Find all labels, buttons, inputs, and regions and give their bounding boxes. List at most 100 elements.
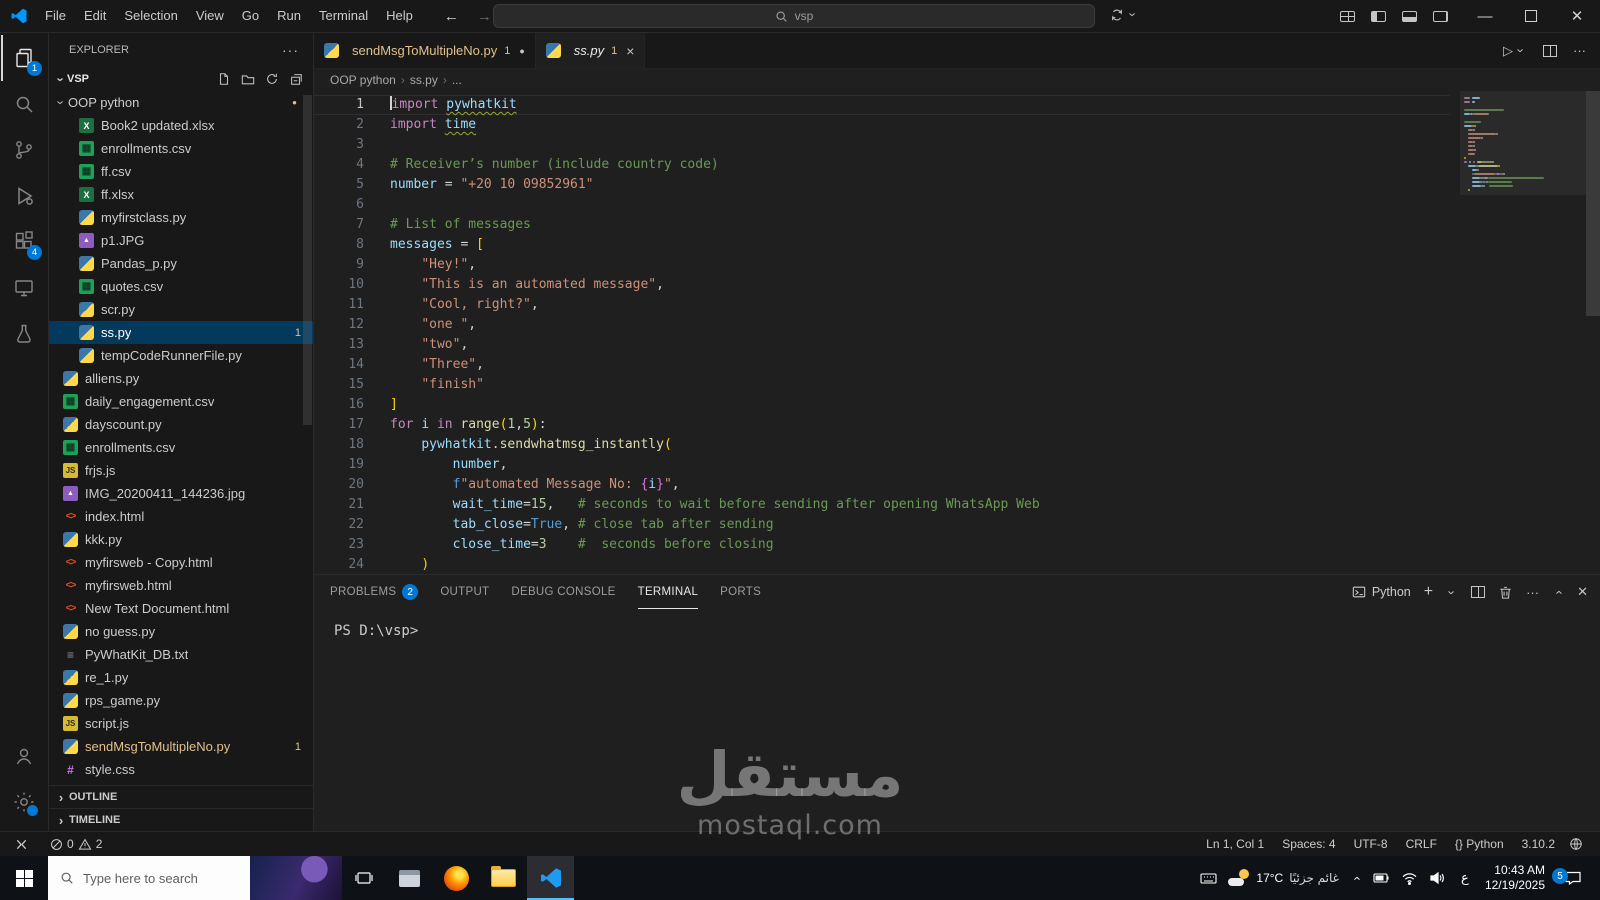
file-item[interactable]: tempCodeRunnerFile.py (49, 344, 313, 367)
menu-view[interactable]: View (187, 5, 233, 27)
activity-testing[interactable] (1, 311, 47, 357)
file-item[interactable]: myfirstclass.py (49, 206, 313, 229)
code-line[interactable]: 1 import pywhatkit (314, 95, 1450, 115)
code-line[interactable]: 7 # List of messages (314, 215, 1450, 235)
breadcrumb-item[interactable]: ... (452, 73, 462, 87)
file-item[interactable]: alliens.py (49, 367, 313, 390)
file-item[interactable]: JS script.js (49, 712, 313, 735)
file-item[interactable]: kkk.py (49, 528, 313, 551)
code-line[interactable]: 15 "finish" (314, 375, 1450, 395)
customize-layout-icon[interactable] (1340, 10, 1355, 22)
new-terminal-icon[interactable]: + (1424, 583, 1433, 601)
activity-run-debug[interactable] (1, 173, 47, 219)
file-item[interactable]: ▦ quotes.csv (49, 275, 313, 298)
code-line[interactable]: 3 (314, 135, 1450, 155)
activity-search[interactable] (1, 81, 47, 127)
breadcrumb-item[interactable]: ss.py (410, 73, 438, 87)
code-line[interactable]: 21 wait_time=15, # seconds to wait befor… (314, 495, 1450, 515)
status-encoding[interactable]: UTF-8 (1347, 833, 1395, 855)
file-item[interactable]: re_1.py (49, 666, 313, 689)
app-vscode[interactable] (527, 856, 574, 900)
panel-tab-debug-console[interactable]: DEBUG CONSOLE (511, 575, 615, 609)
trash-icon[interactable] (1498, 585, 1513, 600)
start-button[interactable] (0, 856, 48, 900)
more-actions-icon[interactable]: ··· (1573, 43, 1586, 58)
file-item[interactable]: ▦ enrollments.csv (49, 137, 313, 160)
code-line[interactable]: 14 "Three", (314, 355, 1450, 375)
file-item[interactable]: # style.css (49, 758, 313, 781)
menu-file[interactable]: File (36, 5, 75, 27)
code-line[interactable]: 5 number = "+20 10 09852961" (314, 175, 1450, 195)
file-item[interactable]: <> myfirsweb - Copy.html (49, 551, 313, 574)
split-editor-icon[interactable] (1543, 44, 1557, 57)
hidden-icons-chevron[interactable]: › (1348, 872, 1363, 884)
code-line[interactable]: 4 # Receiver’s number (include country co… (314, 155, 1450, 175)
minimize-button[interactable]: — (1462, 0, 1508, 32)
menu-run[interactable]: Run (268, 5, 310, 27)
code-line[interactable]: 13 "two", (314, 335, 1450, 355)
toggle-secondary-sidebar-icon[interactable] (1433, 10, 1448, 22)
search-highlight-image[interactable] (250, 856, 342, 900)
code-line[interactable]: 20 f"automated Message No: {i}", (314, 475, 1450, 495)
command-center-search[interactable]: vsp (492, 4, 1095, 28)
file-item[interactable]: no guess.py (49, 620, 313, 643)
back-arrow-icon[interactable]: ← (444, 8, 459, 25)
file-item[interactable]: rps_game.py (49, 689, 313, 712)
panel-tab-output[interactable]: OUTPUT (440, 575, 489, 609)
file-item[interactable]: ▦ daily_engagement.csv (49, 390, 313, 413)
task-view-button[interactable] (342, 856, 386, 900)
menu-go[interactable]: Go (233, 5, 268, 27)
file-item[interactable]: ss.py 1 (49, 321, 313, 344)
activity-source-control[interactable] (1, 127, 47, 173)
new-file-icon[interactable] (217, 72, 231, 86)
file-item[interactable]: Pandas_p.py (49, 252, 313, 275)
modified-dot-icon[interactable]: ● (519, 46, 524, 56)
file-item[interactable]: ▲ p1.JPG (49, 229, 313, 252)
account-button[interactable] (1, 733, 47, 779)
close-button[interactable]: ✕ (1554, 0, 1600, 32)
wifi-icon[interactable] (1401, 872, 1418, 885)
menu-selection[interactable]: Selection (115, 5, 186, 27)
app-generic[interactable] (386, 856, 433, 900)
editor-scrollbar[interactable] (1586, 91, 1600, 316)
file-item[interactable]: <> New Text Document.html (49, 597, 313, 620)
clock[interactable]: 10:43 AM 12/19/2025 (1485, 863, 1545, 893)
touch-keyboard-icon[interactable] (1200, 871, 1217, 886)
code-line[interactable]: 17 for i in range(1,5): (314, 415, 1450, 435)
problems-status[interactable]: 0 2 (43, 833, 109, 855)
app-file-explorer[interactable] (480, 856, 527, 900)
file-item[interactable]: ▦ ff.csv (49, 160, 313, 183)
file-item[interactable]: <> index.html (49, 505, 313, 528)
code-line[interactable]: 18 pywhatkit.sendwhatmsg_instantly( (314, 435, 1450, 455)
status-language-mode[interactable]: {} Python (1448, 833, 1511, 855)
more-actions-icon[interactable]: ··· (282, 42, 299, 58)
file-item[interactable]: X Book2 updated.xlsx (49, 114, 313, 137)
folder-oop-python[interactable]: › OOP python ● (49, 91, 313, 114)
timeline-section[interactable]: › TIMELINE (49, 808, 313, 831)
file-item[interactable]: JS frjs.js (49, 459, 313, 482)
file-item[interactable]: Xff.xlsx (49, 183, 313, 206)
activity-explorer[interactable]: 1 (1, 35, 47, 81)
sync-indicator[interactable]: › (1110, 7, 1141, 22)
file-item[interactable]: ▲ IMG_20200411_144236.jpg (49, 482, 313, 505)
file-item[interactable]: <> myfirsweb.html (49, 574, 313, 597)
breadcrumb-item[interactable]: OOP python (330, 73, 396, 87)
status-indentation[interactable]: Spaces: 4 (1275, 833, 1342, 855)
code-line[interactable]: 10 "This is an automated message", (314, 275, 1450, 295)
code-editor[interactable]: 1 import pywhatkit 2 import time 3 4 # Receive… (314, 91, 1600, 574)
status-cursor-position[interactable]: Ln 1, Col 1 (1199, 833, 1271, 855)
code-line[interactable]: 16] (314, 395, 1450, 415)
code-line[interactable]: 8 messages = [ (314, 235, 1450, 255)
file-item[interactable]: ▦ enrollments.csv (49, 436, 313, 459)
battery-icon[interactable] (1373, 872, 1390, 884)
activity-extensions[interactable]: 4 (1, 219, 47, 265)
code-line[interactable]: 2 import time (314, 115, 1450, 135)
tab-sendMsgToMultipleNo.py[interactable]: sendMsgToMultipleNo.py 1 ● (314, 33, 536, 68)
toggle-sidebar-icon[interactable] (1371, 10, 1386, 22)
code-line[interactable]: 24 ) (314, 555, 1450, 574)
feedback-globe[interactable] (1562, 833, 1590, 855)
maximize-button[interactable] (1508, 0, 1554, 32)
weather-widget[interactable]: 17°C غائم جزئيًا (1228, 869, 1339, 887)
menu-edit[interactable]: Edit (75, 5, 115, 27)
file-item[interactable]: sendMsgToMultipleNo.py 1 (49, 735, 313, 758)
